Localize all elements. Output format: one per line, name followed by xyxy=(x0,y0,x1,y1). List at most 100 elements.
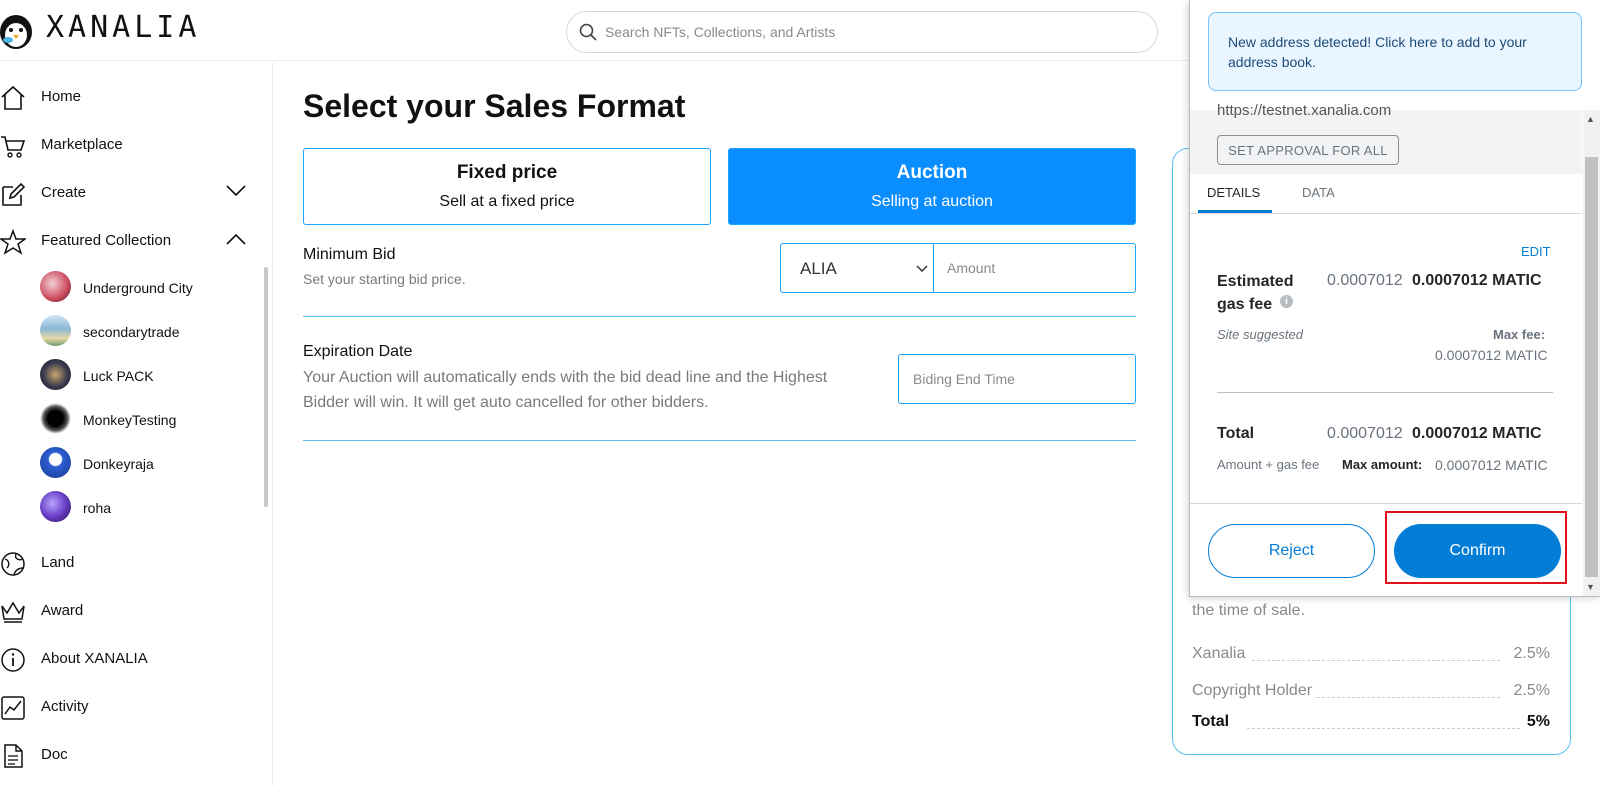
dotted-leader xyxy=(1312,697,1500,698)
estimated-gas-fee-label: Estimated gas fee xyxy=(1217,273,1294,313)
gas-fee-value-matic: 0.0007012 MATIC xyxy=(1412,272,1542,289)
scroll-down-arrow-icon[interactable]: ▼ xyxy=(1586,582,1595,592)
max-fee-value: 0.0007012 MATIC xyxy=(1435,347,1548,363)
crown-icon xyxy=(1,601,25,623)
sidebar-item-label: Doc xyxy=(41,746,68,763)
activity-icon xyxy=(1,696,25,720)
max-fee-label: Max fee: xyxy=(1493,327,1546,342)
sidebar-item-label: Marketplace xyxy=(41,136,123,153)
currency-value: ALIA xyxy=(800,259,837,278)
sidebar-item-about[interactable]: About XANALIA xyxy=(0,639,255,679)
total-value-matic: 0.0007012 MATIC xyxy=(1412,425,1542,442)
gas-fee-value: 0.0007012 xyxy=(1327,272,1403,289)
logo-text[interactable]: XANALIA xyxy=(46,10,200,45)
sidebar-item-doc[interactable]: Doc xyxy=(0,735,255,775)
chevron-down-icon[interactable] xyxy=(226,185,246,197)
max-amount-value: 0.0007012 MATIC xyxy=(1435,457,1548,473)
max-amount-label: Max amount: xyxy=(1342,457,1423,472)
collection-label: Underground City xyxy=(83,280,193,296)
bidding-end-time-input[interactable] xyxy=(898,354,1136,404)
collection-item[interactable]: Luck PACK xyxy=(40,355,255,395)
sidebar-item-land[interactable]: Land xyxy=(0,543,255,583)
option-subtitle: Selling at auction xyxy=(871,193,993,210)
reject-button[interactable]: Reject xyxy=(1208,524,1375,578)
option-subtitle: Sell at a fixed price xyxy=(439,193,575,210)
minimum-bid-desc: Set your starting bid price. xyxy=(303,271,466,287)
sidebar-item-home[interactable]: Home xyxy=(0,77,255,117)
sidebar-scrollbar[interactable] xyxy=(264,267,268,507)
avatar xyxy=(40,359,71,390)
amount-input[interactable] xyxy=(933,243,1136,293)
set-approval-badge: SET APPROVAL FOR ALL xyxy=(1217,135,1399,165)
origin-url: https://testnet.xanalia.com xyxy=(1217,102,1392,119)
option-title: Fixed price xyxy=(456,162,558,183)
dotted-leader xyxy=(1252,660,1500,661)
fee-row: Xanalia 2.5% xyxy=(1192,645,1550,669)
fee-total-value: 5% xyxy=(1524,713,1550,731)
sidebar-item-featured-collection[interactable]: Featured Collection xyxy=(0,221,255,261)
collection-label: Donkeyraja xyxy=(83,456,154,472)
info-icon xyxy=(1,648,25,672)
collection-item[interactable]: secondarytrade xyxy=(40,311,255,351)
chevron-down-icon xyxy=(916,265,928,273)
avatar xyxy=(40,491,71,522)
footer-divider xyxy=(1190,503,1582,504)
currency-select[interactable]: ALIA xyxy=(780,243,934,293)
sidebar-item-label: Award xyxy=(41,602,84,619)
active-tab-indicator xyxy=(1198,210,1272,213)
sidebar-item-label: Activity xyxy=(41,698,89,715)
search-bar[interactable] xyxy=(566,11,1158,53)
sidebar-item-marketplace[interactable]: Marketplace xyxy=(0,125,255,165)
avatar xyxy=(40,447,71,478)
page-title: Select your Sales Format xyxy=(303,88,686,124)
edit-gas-link[interactable]: EDIT xyxy=(1521,244,1551,259)
amount-plus-gas-label: Amount + gas fee xyxy=(1217,457,1320,472)
fee-total-label: Total xyxy=(1192,713,1232,731)
penguin-logo-icon[interactable] xyxy=(0,10,36,50)
chevron-up-icon[interactable] xyxy=(226,233,246,245)
sidebar-item-label: Land xyxy=(41,554,75,571)
tab-data[interactable]: DATA xyxy=(1302,185,1335,200)
document-icon xyxy=(4,744,23,768)
tabs-divider xyxy=(1190,213,1582,214)
search-icon xyxy=(579,23,597,41)
minimum-bid-title: Minimum Bid xyxy=(303,246,396,263)
new-address-notice[interactable]: New address detected! Click here to add … xyxy=(1208,12,1582,91)
collection-item[interactable]: Underground City xyxy=(40,267,255,307)
collection-label: MonkeyTesting xyxy=(83,412,177,428)
fee-total-row: Total 5% xyxy=(1192,713,1550,737)
cart-icon xyxy=(1,136,26,158)
fixed-price-option[interactable]: Fixed price Sell at a fixed price xyxy=(303,148,711,225)
sidebar-item-activity[interactable]: Activity xyxy=(0,687,255,727)
collection-item[interactable]: Donkeyraja xyxy=(40,443,255,483)
globe-icon xyxy=(1,552,25,576)
sidebar-item-label: Featured Collection xyxy=(41,232,172,249)
sidebar-item-create[interactable]: Create xyxy=(0,173,255,213)
sidebar-item-award[interactable]: Award xyxy=(0,591,255,631)
divider xyxy=(303,316,1136,317)
info-icon[interactable]: i xyxy=(1280,295,1293,308)
search-input[interactable] xyxy=(605,20,1135,44)
scrollbar-thumb[interactable] xyxy=(1585,157,1598,577)
total-value: 0.0007012 xyxy=(1327,425,1403,442)
fee-row: Copyright Holder 2.5% xyxy=(1192,682,1550,706)
tab-details[interactable]: DETAILS xyxy=(1207,185,1260,200)
collection-item[interactable]: roha xyxy=(40,487,255,527)
expiration-date-desc: Your Auction will automatically ends wit… xyxy=(303,369,828,411)
fee-value: 2.5% xyxy=(1511,645,1550,663)
notice-text: New address detected! Click here to add … xyxy=(1228,34,1527,70)
collection-label: secondarytrade xyxy=(83,324,180,340)
collection-label: Luck PACK xyxy=(83,368,154,384)
confirm-highlight-box xyxy=(1385,511,1567,584)
home-icon xyxy=(1,85,25,110)
fee-label: Copyright Holder xyxy=(1192,682,1315,700)
sidebar: Home Marketplace Create Featured Collect… xyxy=(0,62,273,786)
total-label: Total xyxy=(1217,425,1255,442)
collection-item[interactable]: MonkeyTesting xyxy=(40,399,255,439)
divider xyxy=(1217,392,1553,393)
star-icon xyxy=(0,229,26,255)
auction-option[interactable]: Auction Selling at auction xyxy=(728,148,1136,225)
site-suggested-label: Site suggested xyxy=(1217,327,1304,342)
fee-label: Xanalia xyxy=(1192,645,1248,663)
scroll-up-arrow-icon[interactable]: ▲ xyxy=(1586,114,1595,124)
